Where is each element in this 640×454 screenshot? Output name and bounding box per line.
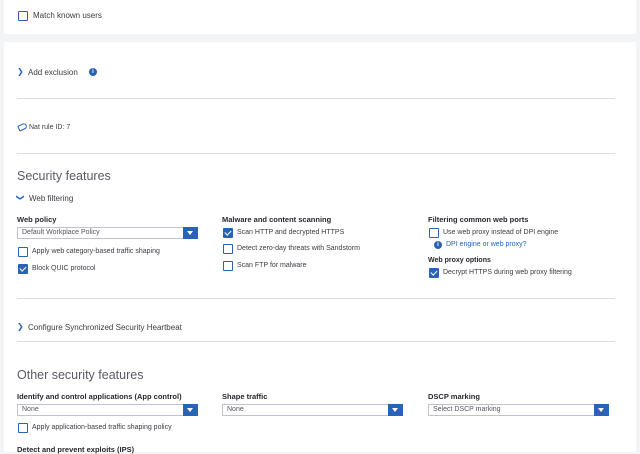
web-filtering-toggle[interactable]: Web filtering [29,194,73,203]
shape-traffic-value: None [227,406,244,413]
scan-http-checkbox[interactable] [223,228,233,238]
chevron-right-icon[interactable]: ❯ [17,322,24,331]
chevron-down-icon[interactable]: ❯ [16,194,25,201]
decrypt-https-label: Decrypt HTTPS during web proxy filtering [443,269,572,276]
divider [17,98,615,99]
dropdown-arrow-icon[interactable] [183,404,198,416]
web-policy-heading: Web policy [17,215,57,224]
malware-heading: Malware and content scanning [222,215,332,224]
dropdown-arrow-icon[interactable] [388,404,403,416]
filtering-ports-heading: Filtering common web ports [428,215,529,224]
apply-app-shaping-checkbox[interactable] [18,423,28,433]
nat-rule-label: Nat rule ID: 7 [29,124,71,131]
block-quic-label: Block QUIC protocol [32,265,96,272]
decrypt-https-checkbox[interactable] [429,268,439,278]
app-control-value: None [22,406,39,413]
apply-web-shaping-checkbox[interactable] [18,247,28,257]
apply-app-shaping-label: Apply application-based traffic shaping … [32,424,172,431]
dpi-help-link[interactable]: DPI engine or web proxy? [446,241,527,248]
dscp-select[interactable]: Select DSCP marking [428,404,609,416]
app-control-heading: Identify and control applications (App c… [17,392,182,401]
shape-traffic-select[interactable]: None [222,404,403,416]
add-exclusion-link[interactable]: Add exclusion [28,68,78,77]
dropdown-arrow-icon[interactable] [183,227,198,239]
web-policy-value: Default Workplace Policy [22,229,100,236]
scan-ftp-label: Scan FTP for malware [237,262,307,269]
web-proxy-heading: Web proxy options [428,257,491,264]
chevron-right-icon[interactable]: ❯ [17,67,24,76]
shape-traffic-heading: Shape traffic [222,392,268,401]
exclusions-panel: Match known users [4,0,636,34]
scan-http-label: Scan HTTP and decrypted HTTPS [237,229,345,236]
info-icon: i [434,241,442,249]
ips-heading: Detect and prevent exploits (IPS) [17,445,135,454]
sync-heartbeat-toggle[interactable]: Configure Synchronized Security Heartbea… [28,323,182,332]
divider [17,298,615,299]
dropdown-arrow-icon[interactable] [594,404,609,416]
apply-web-shaping-label: Apply web category-based traffic shaping [32,248,160,255]
divider [17,153,615,154]
use-proxy-checkbox[interactable] [429,228,439,238]
dscp-value: Select DSCP marking [433,406,501,413]
match-known-users-label: Match known users [33,11,102,20]
zero-day-label: Detect zero-day threats with Sandstorm [237,245,360,252]
info-icon[interactable]: i [89,68,97,76]
security-features-title: Security features [17,169,111,183]
web-policy-select[interactable]: Default Workplace Policy [17,227,198,239]
scan-ftp-checkbox[interactable] [223,261,233,271]
divider [17,341,615,342]
app-control-select[interactable]: None [17,404,198,416]
dscp-heading: DSCP marking [428,392,480,401]
zero-day-checkbox[interactable] [223,244,233,254]
use-proxy-label: Use web proxy instead of DPI engine [443,229,559,236]
other-security-title: Other security features [17,368,144,382]
match-known-users-checkbox[interactable] [18,11,28,21]
block-quic-checkbox[interactable] [18,264,28,274]
